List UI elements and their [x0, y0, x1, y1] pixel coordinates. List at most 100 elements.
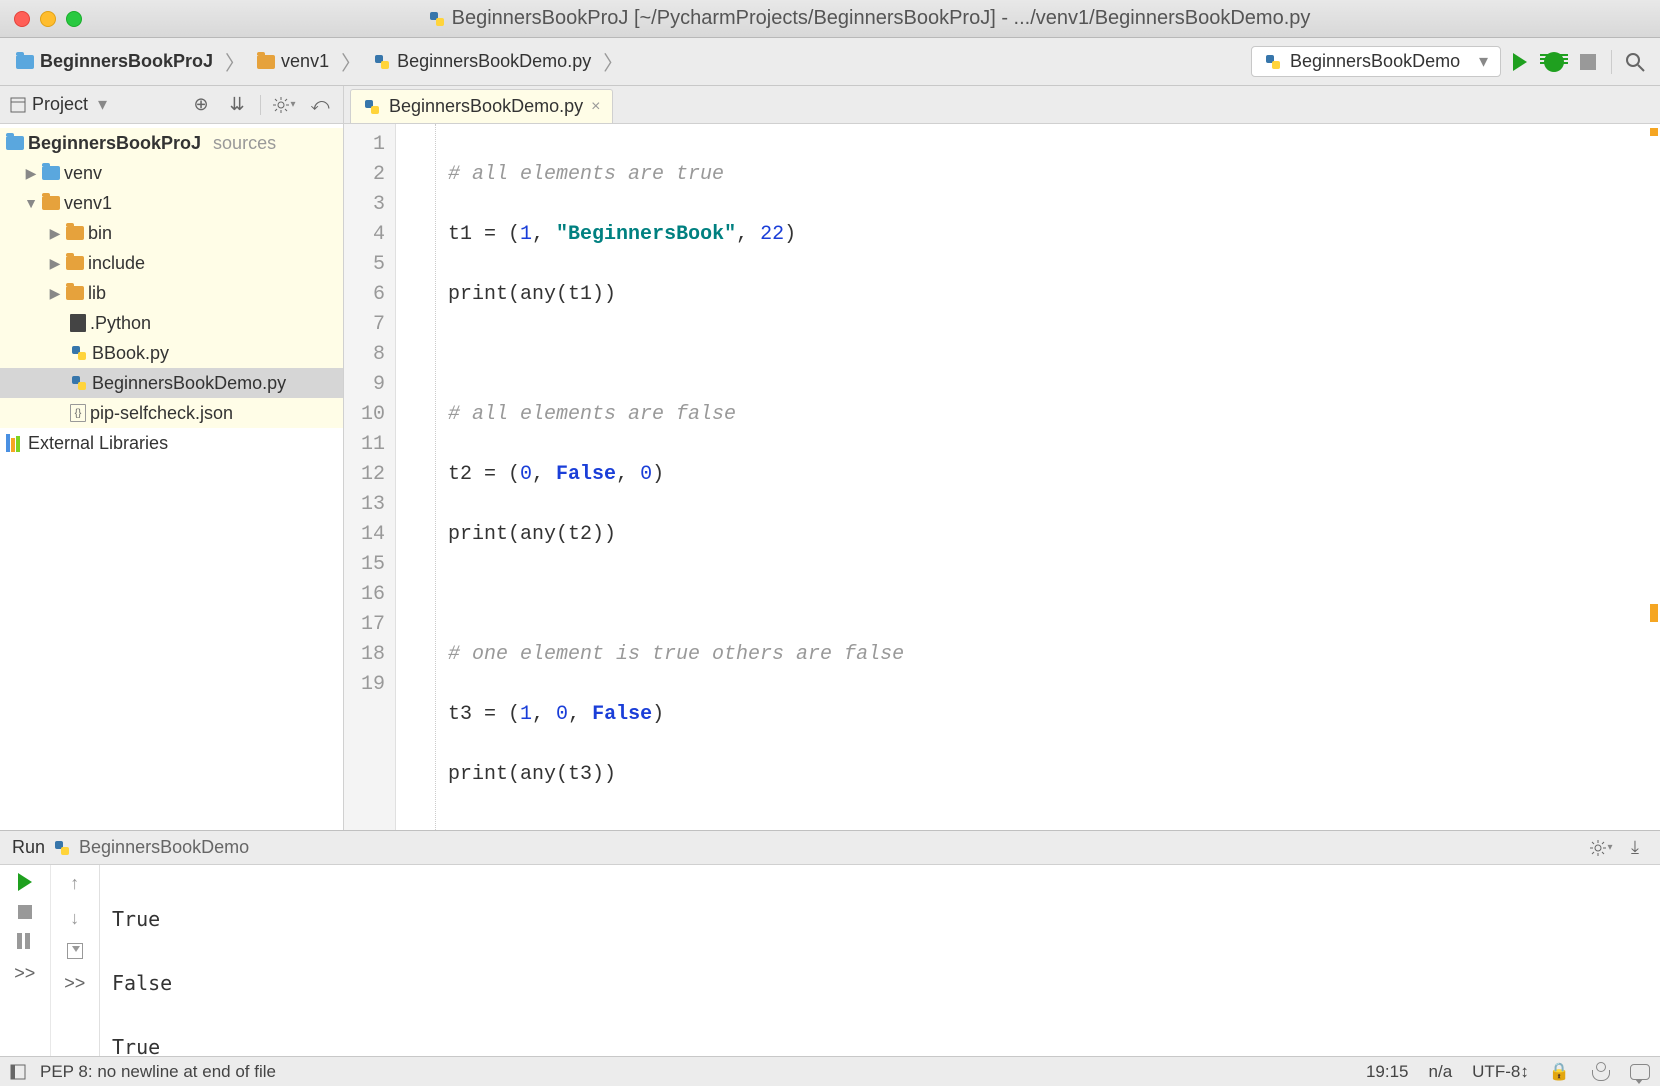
line-number: 16 — [344, 580, 385, 610]
debug-button[interactable] — [1539, 47, 1569, 77]
search-icon — [1624, 51, 1646, 73]
python-file-icon — [1264, 53, 1282, 71]
chevron-down-icon: ▾ — [98, 94, 107, 115]
error-stripe[interactable] — [1648, 124, 1660, 830]
editor-body[interactable]: 1 2 3 4 5 6 7 8 9 10 11 12 13 14 15 16 1… — [344, 124, 1660, 830]
close-tab-button[interactable]: × — [591, 98, 600, 116]
tree-item-python[interactable]: .Python — [0, 308, 343, 338]
code-area[interactable]: # all elements are true t1 = (1, "Beginn… — [436, 124, 1660, 830]
warning-marker[interactable] — [1650, 128, 1658, 136]
collapse-arrow-icon: ▼ — [24, 195, 38, 211]
line-number: 2 — [344, 160, 385, 190]
run-output[interactable]: True False True True False Process finis… — [100, 865, 1660, 1056]
tree-item-venv[interactable]: ▶ venv — [0, 158, 343, 188]
tree-item-bin[interactable]: ▶ bin — [0, 218, 343, 248]
run-configuration-dropdown[interactable]: BeginnersBookDemo ▾ — [1251, 46, 1501, 77]
folder-icon — [42, 196, 60, 210]
run-button[interactable] — [1505, 47, 1535, 77]
settings-button[interactable]: ▾ — [271, 92, 297, 118]
close-window-button[interactable] — [14, 11, 30, 27]
tree-item-include[interactable]: ▶ include — [0, 248, 343, 278]
tree-item-external-libraries[interactable]: External Libraries — [0, 428, 343, 458]
code-text: , — [616, 463, 640, 486]
toggle-soft-wrap-button[interactable] — [67, 943, 83, 959]
file-encoding[interactable]: UTF-8↕ — [1472, 1062, 1529, 1082]
cursor-position[interactable]: 19:15 — [1366, 1062, 1409, 1082]
pause-icon — [17, 933, 33, 949]
pause-button[interactable] — [17, 933, 33, 949]
tree-item-pip[interactable]: {} pip-selfcheck.json — [0, 398, 343, 428]
line-number: 4 — [344, 220, 385, 250]
line-number: 15 — [344, 550, 385, 580]
tree-item-venv1[interactable]: ▼ venv1 — [0, 188, 343, 218]
run-side-toolbar: >> ↑ ↓ >> — [0, 865, 100, 1056]
settings-button[interactable]: ▾ — [1588, 835, 1614, 861]
inspector-icon[interactable] — [1590, 1062, 1610, 1082]
chevron-right-icon: 〉 — [223, 47, 247, 76]
code-text: 0 — [520, 463, 532, 486]
code-text: , — [736, 223, 760, 246]
output-line: True — [112, 1031, 1648, 1056]
library-icon — [6, 434, 24, 452]
stop-button[interactable] — [1573, 47, 1603, 77]
code-text: 22 — [760, 223, 784, 246]
python-file-icon — [53, 839, 71, 857]
tool-window-icon[interactable] — [10, 1064, 26, 1080]
code-text: False — [556, 463, 616, 486]
feedback-icon[interactable] — [1630, 1064, 1650, 1080]
hide-button[interactable]: ⤓ — [1622, 835, 1648, 861]
code-text: t3 = ( — [448, 703, 520, 726]
collapse-all-button[interactable]: ⇊ — [224, 92, 250, 118]
tree-item-demo[interactable]: BeginnersBookDemo.py — [0, 368, 343, 398]
breadcrumb-folder[interactable]: venv1 — [251, 49, 335, 74]
rerun-button[interactable] — [18, 873, 32, 891]
tree-item-bbook[interactable]: BBook.py — [0, 338, 343, 368]
run-panel-config: BeginnersBookDemo — [79, 837, 249, 858]
tree-root-tag: sources — [213, 133, 276, 154]
expand-arrow-icon: ▶ — [48, 285, 62, 302]
folder-icon — [66, 226, 84, 240]
more-button[interactable]: >> — [14, 963, 35, 984]
folder-icon — [42, 166, 60, 180]
editor-tab[interactable]: BeginnersBookDemo.py × — [350, 89, 613, 123]
read-only-toggle[interactable]: 🔒 — [1549, 1062, 1570, 1082]
down-button[interactable]: ↓ — [70, 908, 79, 929]
up-button[interactable]: ↑ — [70, 873, 79, 894]
stop-button[interactable] — [18, 905, 32, 919]
warning-marker[interactable] — [1650, 604, 1658, 622]
line-number: 5 — [344, 250, 385, 280]
window-titlebar: BeginnersBookProJ [~/PycharmProjects/Beg… — [0, 0, 1660, 38]
tree-label: pip-selfcheck.json — [90, 403, 233, 424]
code-text: # all elements are false — [448, 403, 736, 426]
tree-label: BBook.py — [92, 343, 169, 364]
line-number: 11 — [344, 430, 385, 460]
line-number: 13 — [344, 490, 385, 520]
breadcrumb-file[interactable]: BeginnersBookDemo.py — [367, 49, 597, 74]
line-number: 7 — [344, 310, 385, 340]
code-text: False — [592, 703, 652, 726]
tree-label: lib — [88, 283, 106, 304]
code-text: print(any(t1)) — [448, 283, 616, 306]
project-tree[interactable]: BeginnersBookProJ sources ▶ venv ▼ venv1… — [0, 124, 343, 830]
tree-item-lib[interactable]: ▶ lib — [0, 278, 343, 308]
project-view-label: Project — [32, 94, 88, 115]
breadcrumb-project[interactable]: BeginnersBookProJ — [10, 49, 219, 74]
code-text: print(any(t3)) — [448, 763, 616, 786]
tree-root[interactable]: BeginnersBookProJ sources — [0, 128, 343, 158]
window-title: BeginnersBookProJ [~/PycharmProjects/Beg… — [92, 7, 1646, 30]
scroll-from-source-button[interactable]: ⊕ — [188, 92, 214, 118]
code-text: t1 = ( — [448, 223, 520, 246]
folder-icon — [16, 55, 34, 69]
expand-arrow-icon: ▶ — [48, 225, 62, 242]
line-separator[interactable]: n/a — [1429, 1062, 1453, 1082]
breadcrumb-file-label: BeginnersBookDemo.py — [397, 51, 591, 72]
chevron-right-icon: 〉 — [339, 47, 363, 76]
project-view-selector[interactable]: Project ▾ — [10, 94, 178, 115]
minimize-window-button[interactable] — [40, 11, 56, 27]
more-button[interactable]: >> — [64, 973, 85, 994]
search-everywhere-button[interactable] — [1620, 47, 1650, 77]
zoom-window-button[interactable] — [66, 11, 82, 27]
chevron-right-icon: 〉 — [601, 47, 625, 76]
hide-button[interactable]: ⤺ — [307, 92, 333, 118]
run-config-name: BeginnersBookDemo — [1290, 51, 1460, 72]
